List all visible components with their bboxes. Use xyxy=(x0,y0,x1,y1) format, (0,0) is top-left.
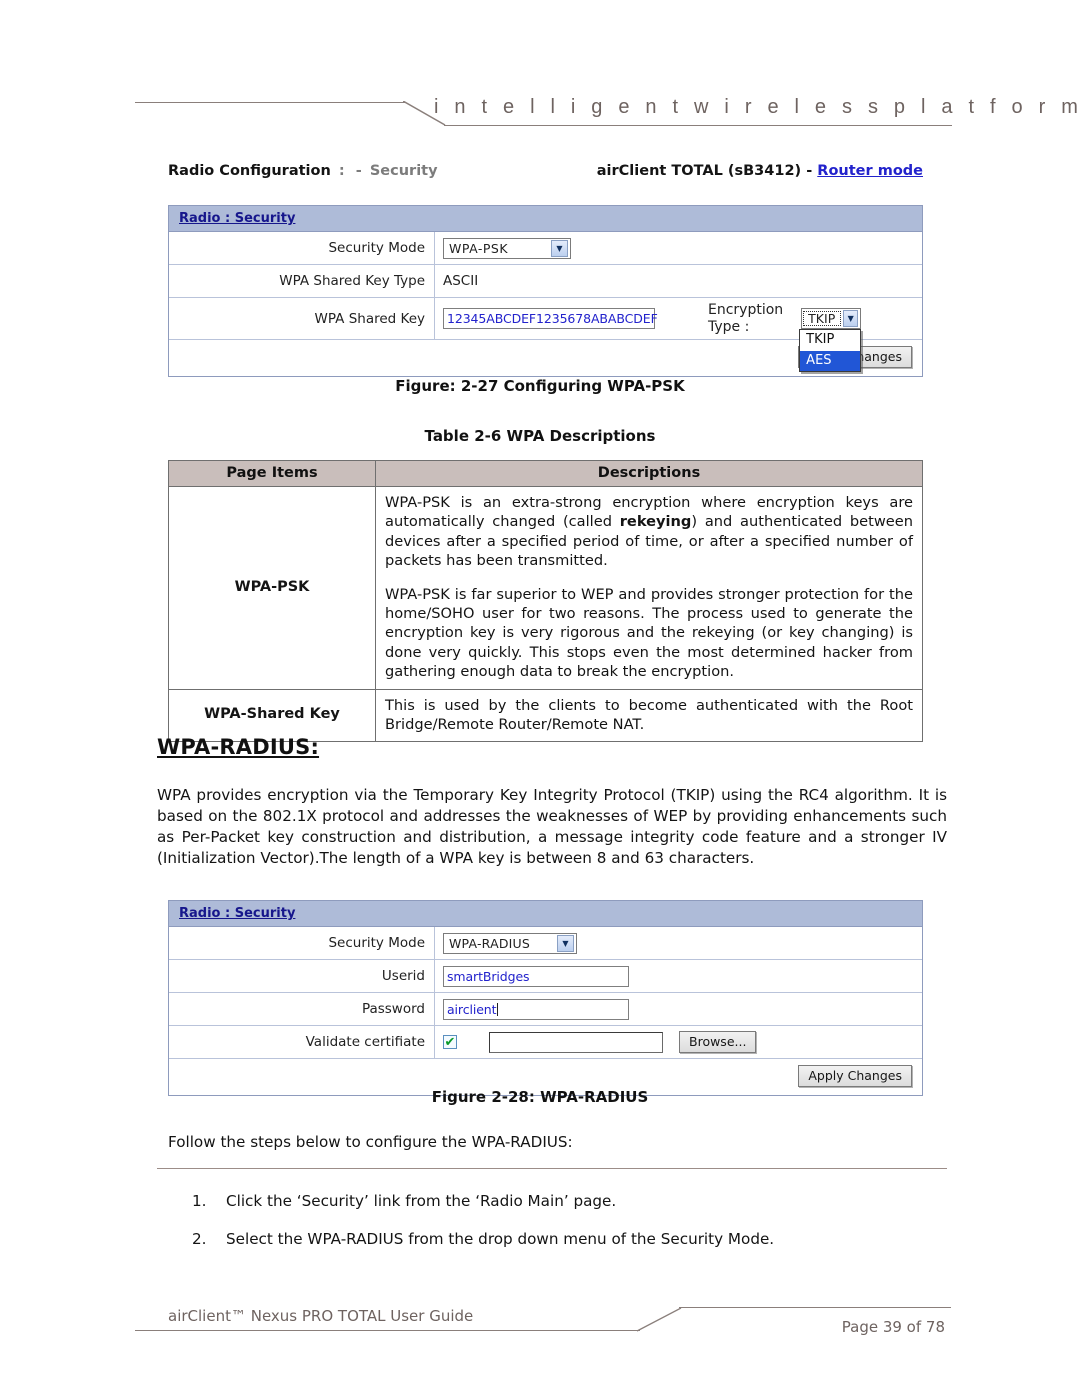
breadcrumb-sub: Security xyxy=(369,163,438,179)
header-rule-left xyxy=(135,102,405,103)
instructions-divider xyxy=(157,1168,947,1169)
label-password: Password xyxy=(169,993,435,1025)
device-identity: airClient TOTAL (sB3412) - Router mode xyxy=(597,163,923,179)
value-security-mode: WPA-RADIUS ▼ xyxy=(435,927,922,959)
encryption-type-selected-value: TKIP xyxy=(803,311,842,326)
encryption-type-label-line1: Encryption xyxy=(708,302,784,319)
figure-2-27-caption: Figure: 2-27 Configuring WPA-PSK xyxy=(395,377,685,395)
label-security-mode: Security Mode xyxy=(169,927,435,959)
chevron-down-icon: ▼ xyxy=(843,310,859,327)
step-text: Select the WPA-RADIUS from the drop down… xyxy=(226,1230,775,1248)
security-mode-selected-value: WPA-RADIUS xyxy=(449,935,531,951)
text-caret xyxy=(497,1002,499,1016)
table-row: WPA-PSK WPA-PSK is an extra-strong encry… xyxy=(168,486,923,690)
footer-rule-left xyxy=(135,1330,640,1331)
description-text-1: WPA-PSK is an extra-strong encryption wh… xyxy=(385,494,913,570)
row-security-mode: Security Mode WPA-RADIUS ▼ xyxy=(169,927,922,960)
security-mode-select[interactable]: WPA-RADIUS ▼ xyxy=(443,932,577,954)
value-wpa-shared-key: 12345ABCDEF1235678ABABCDEF Encryption Ty… xyxy=(435,298,922,373)
dropdown-option-tkip[interactable]: TKIP xyxy=(800,330,860,351)
table-cell-item-wpa-psk: WPA-PSK xyxy=(168,486,376,690)
footer-rule-right xyxy=(679,1307,951,1308)
label-userid: Userid xyxy=(169,960,435,992)
label-security-mode: Security Mode xyxy=(169,232,435,264)
step-number: 1. xyxy=(192,1192,207,1210)
row-wpa-shared-key-type: WPA Shared Key Type ASCII xyxy=(169,265,922,298)
footer-page-number: Page 39 of 78 xyxy=(841,1318,945,1336)
row-wpa-shared-key: WPA Shared Key 12345ABCDEF1235678ABABCDE… xyxy=(169,298,922,373)
panel-title-bar: Radio : Security xyxy=(169,901,922,927)
description-paragraph-2: WPA-PSK is far superior to WEP and provi… xyxy=(385,585,913,681)
brand-tagline: i n t e l l i g e n t w i r e l e s s p … xyxy=(434,96,1080,118)
certificate-file-input[interactable] xyxy=(489,1031,663,1053)
browse-button[interactable]: Browse... xyxy=(679,1031,757,1053)
userid-input[interactable]: smartBridges xyxy=(443,965,629,987)
label-validate-certificate: Validate certifiate xyxy=(169,1026,435,1058)
list-item: 2. Select the WPA-RADIUS from the drop d… xyxy=(192,1230,932,1248)
apply-changes-button[interactable]: Apply Changes xyxy=(798,1065,912,1087)
list-item: 1. Click the ‘Security’ link from the ‘R… xyxy=(192,1192,932,1210)
table-cell-description-wpa-shared-key: This is used by the clients to become au… xyxy=(375,688,923,743)
security-mode-selected-value: WPA-PSK xyxy=(449,240,509,256)
radio-security-link[interactable]: Radio : Security xyxy=(179,906,295,921)
value-userid: smartBridges xyxy=(435,960,922,992)
column-header-page-items: Page Items xyxy=(168,460,376,487)
row-validate-certificate: Validate certifiate ✔ Browse... xyxy=(169,1026,922,1059)
password-input[interactable]: airclient xyxy=(443,998,629,1020)
step-text: Click the ‘Security’ link from the ‘Radi… xyxy=(226,1192,617,1210)
breadcrumb-dash: - xyxy=(355,163,362,179)
value-wpa-shared-key-type: ASCII xyxy=(443,273,479,289)
encryption-type-dropdown-list[interactable]: TKIP AES xyxy=(799,329,862,373)
security-mode-select[interactable]: WPA-PSK ▼ xyxy=(443,237,571,259)
chevron-down-icon: ▼ xyxy=(551,239,568,257)
radio-security-link[interactable]: Radio : Security xyxy=(179,211,295,226)
row-password: Password airclient xyxy=(169,993,922,1026)
panel-title-bar: Radio : Security xyxy=(169,206,922,232)
dropdown-option-aes[interactable]: AES xyxy=(800,350,861,372)
chevron-down-icon: ▼ xyxy=(557,934,574,952)
screen1-breadcrumb-row: Radio Configuration : - Security airClie… xyxy=(168,163,923,179)
wpa-descriptions-table: Page Items Descriptions WPA-PSK WPA-PSK … xyxy=(168,460,923,743)
column-header-descriptions: Descriptions xyxy=(375,460,923,487)
table-cell-description-wpa-psk: WPA-PSK is an extra-strong encryption wh… xyxy=(375,486,923,690)
row-security-mode: Security Mode WPA-PSK ▼ xyxy=(169,232,922,265)
router-mode-link[interactable]: Router mode xyxy=(817,163,923,179)
row-userid: Userid smartBridges xyxy=(169,960,922,993)
checkmark-icon: ✔ xyxy=(444,1034,456,1050)
instructions-intro: Follow the steps below to configure the … xyxy=(168,1133,573,1151)
label-wpa-shared-key: WPA Shared Key xyxy=(169,298,435,339)
value-security-mode: WPA-PSK ▼ xyxy=(435,232,922,264)
encryption-type-label: Encryption Type : xyxy=(708,302,783,334)
value-validate-certificate: ✔ Browse... xyxy=(435,1026,922,1058)
label-wpa-shared-key-type: WPA Shared Key Type xyxy=(169,265,435,297)
password-input-value: airclient xyxy=(447,1001,497,1017)
section-title-wpa-radius: WPA-RADIUS: xyxy=(157,735,320,759)
description-paragraph-1: WPA-PSK is an extra-strong encryption wh… xyxy=(385,493,913,571)
table-2-6-caption: Table 2-6 WPA Descriptions xyxy=(424,427,656,445)
wpa-shared-key-input[interactable]: 12345ABCDEF1235678ABABCDEF xyxy=(443,308,658,329)
footer-document-title: airClient™ Nexus PRO TOTAL User Guide xyxy=(168,1307,474,1325)
section-paragraph-wpa-radius: WPA provides encryption via the Temporar… xyxy=(157,786,947,867)
table-header-row: Page Items Descriptions xyxy=(168,460,923,487)
encryption-type-control: TKIP ▼ TKIP AES xyxy=(799,308,862,373)
header-rule-right xyxy=(444,125,952,126)
validate-certificate-checkbox[interactable]: ✔ xyxy=(443,1035,457,1049)
breadcrumb-colon: : xyxy=(338,163,345,179)
step-number: 2. xyxy=(192,1230,207,1248)
encryption-type-label-line2: Type : xyxy=(708,318,750,335)
encryption-type-select[interactable]: TKIP ▼ xyxy=(801,308,862,329)
figure-2-28-caption: Figure 2-28: WPA-RADIUS xyxy=(431,1088,649,1106)
value-password: airclient xyxy=(435,993,922,1025)
radio-security-panel-wpapsk: Radio : Security Security Mode WPA-PSK ▼… xyxy=(168,205,923,377)
breadcrumb-main: Radio Configuration xyxy=(168,163,331,179)
breadcrumb: Radio Configuration : - Security xyxy=(168,163,438,179)
device-label: airClient TOTAL (sB3412) - xyxy=(596,163,813,179)
radio-security-panel-wparadius: Radio : Security Security Mode WPA-RADIU… xyxy=(168,900,923,1096)
